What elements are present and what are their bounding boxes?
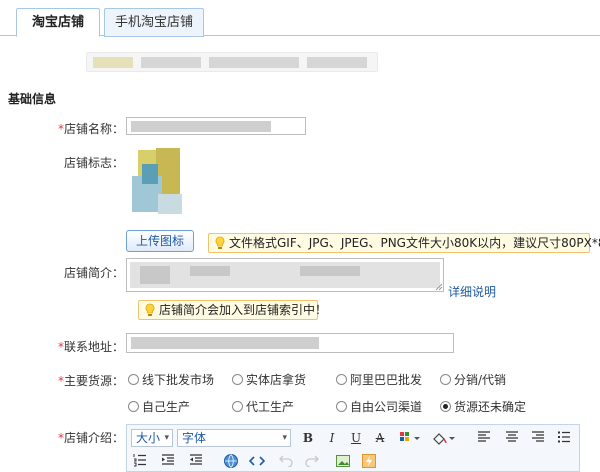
source-option[interactable]: 分销/代销: [440, 371, 506, 388]
shop-logo-image: [128, 146, 186, 218]
source-option[interactable]: 自己生产: [128, 398, 190, 415]
source-option-label: 分销/代销: [454, 373, 507, 387]
font-family-select-value: 字体: [182, 431, 207, 445]
upload-icon-button[interactable]: 上传图标: [126, 230, 194, 252]
radio-button[interactable]: [336, 401, 347, 412]
insert-flash-icon[interactable]: [361, 453, 377, 469]
blurred-content: [307, 57, 367, 68]
source-option-label: 实体店拿货: [246, 373, 307, 387]
notice-bar: [86, 52, 378, 72]
align-center-icon[interactable]: [505, 430, 519, 444]
blurred-content: [190, 266, 230, 276]
chevron-down-icon: ▾: [164, 433, 169, 443]
text-color-icon[interactable]: [399, 430, 423, 446]
source-option-label: 货源还未确定: [454, 400, 527, 414]
lightbulb-icon: [215, 236, 225, 249]
source-option[interactable]: 代工生产: [232, 398, 294, 415]
background-color-icon[interactable]: [431, 430, 457, 446]
source-option[interactable]: 实体店拿货: [232, 371, 306, 388]
shop-description-label: *店铺介绍：: [8, 429, 124, 446]
source-code-icon[interactable]: [249, 453, 265, 469]
shop-name-input[interactable]: [126, 117, 306, 135]
intro-index-tip: 店铺简介会加入到店铺索引中！: [138, 300, 327, 320]
blurred-content: [130, 262, 440, 288]
strikethrough-button[interactable]: A: [371, 429, 389, 447]
chevron-down-icon: ▾: [282, 433, 287, 443]
redo-icon[interactable]: [305, 453, 319, 467]
tab-bar: 淘宝店铺 手机淘宝店铺: [0, 0, 600, 37]
shop-name-label: *店铺名称：: [8, 120, 124, 137]
unordered-list-icon[interactable]: [557, 430, 571, 444]
blurred-content: [140, 266, 170, 284]
shop-intro-label: 店铺简介：: [63, 266, 124, 280]
align-left-icon[interactable]: [477, 430, 491, 444]
undo-icon[interactable]: [279, 453, 293, 467]
source-option-label: 自己生产: [142, 400, 191, 414]
font-size-select-value: 大小: [136, 431, 161, 445]
upload-tip-text: 文件格式GIF、JPG、JPEG、PNG文件大小80K以内，建议尺寸80PX*8…: [229, 236, 600, 250]
blurred-content: [131, 337, 319, 349]
source-option-label: 线下批发市场: [142, 373, 215, 387]
blurred-content: [93, 57, 133, 68]
source-option-label: 代工生产: [246, 400, 295, 414]
ordered-list-icon[interactable]: [133, 453, 147, 467]
source-option-label: 阿里巴巴批发: [350, 373, 423, 387]
source-option-selected[interactable]: 货源还未确定: [440, 398, 526, 415]
shop-logo-label: 店铺标志：: [63, 156, 124, 170]
upload-tip: 文件格式GIF、JPG、JPEG、PNG文件大小80K以内，建议尺寸80PX*8…: [208, 233, 600, 253]
blurred-content: [300, 266, 360, 276]
underline-button[interactable]: U: [347, 429, 365, 447]
source-option-label: 自由公司渠道: [350, 400, 423, 414]
detail-help-link[interactable]: 详细说明: [448, 283, 496, 300]
radio-button[interactable]: [336, 374, 347, 385]
main-source-label-text: 主要货源：: [63, 374, 124, 388]
bold-button[interactable]: B: [299, 429, 317, 447]
radio-button[interactable]: [232, 401, 243, 412]
contact-address-label-text: 联系地址：: [63, 340, 124, 354]
radio-button-checked[interactable]: [440, 401, 451, 412]
radio-button[interactable]: [128, 401, 139, 412]
resize-grip-icon[interactable]: [435, 283, 443, 291]
shop-name-label-text: 店铺名称：: [63, 122, 124, 136]
blurred-content: [209, 57, 299, 68]
indent-icon[interactable]: [161, 453, 175, 467]
italic-button[interactable]: I: [323, 429, 341, 447]
section-title-basic-info: 基础信息: [8, 92, 57, 106]
tab-mobile-taobao-shop[interactable]: 手机淘宝店铺: [104, 8, 204, 37]
link-globe-icon[interactable]: [223, 453, 239, 469]
radio-button[interactable]: [128, 374, 139, 385]
intro-index-tip-text: 店铺简介会加入到店铺索引中！: [159, 303, 328, 317]
contact-address-label: *联系地址：: [8, 338, 124, 355]
align-right-icon[interactable]: [531, 430, 545, 444]
contact-address-input[interactable]: [126, 333, 454, 353]
blurred-content: [141, 57, 201, 68]
insert-image-icon[interactable]: [335, 453, 351, 469]
tab-taobao-shop[interactable]: 淘宝店铺: [16, 8, 100, 37]
radio-button[interactable]: [232, 374, 243, 385]
font-family-select[interactable]: 字体 ▾: [177, 429, 291, 447]
lightbulb-icon: [145, 303, 155, 316]
main-source-label: *主要货源：: [8, 372, 124, 389]
font-size-select[interactable]: 大小 ▾: [131, 429, 173, 447]
outdent-icon[interactable]: [189, 453, 203, 467]
shop-description-label-text: 店铺介绍：: [63, 431, 124, 445]
source-option[interactable]: 阿里巴巴批发: [336, 371, 422, 388]
source-option[interactable]: 自由公司渠道: [336, 398, 422, 415]
blurred-content: [131, 121, 271, 132]
rich-text-editor[interactable]: 大小 ▾ 字体 ▾ B I U A: [126, 424, 580, 472]
source-option[interactable]: 线下批发市场: [128, 371, 214, 388]
radio-button[interactable]: [440, 374, 451, 385]
